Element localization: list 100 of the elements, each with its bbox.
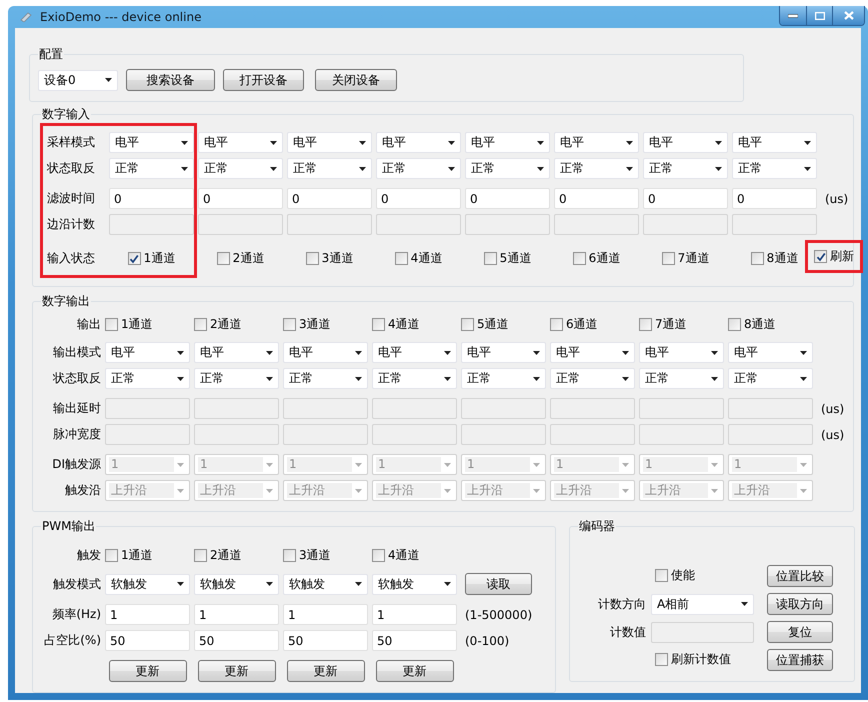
- input-field[interactable]: 1: [105, 604, 190, 625]
- update-button[interactable]: 更新: [286, 660, 364, 682]
- device-dropdown[interactable]: 设备0: [38, 70, 118, 90]
- dropdown[interactable]: 电平: [461, 342, 546, 363]
- dropdown[interactable]: 正常: [639, 368, 724, 389]
- input-field[interactable]: 0: [109, 188, 194, 209]
- dropdown[interactable]: 电平: [728, 342, 813, 363]
- read-button[interactable]: 读取: [465, 573, 532, 595]
- input-field[interactable]: 50: [283, 630, 368, 651]
- direction-dropdown[interactable]: A相前: [651, 594, 754, 614]
- dropdown[interactable]: 正常: [105, 368, 190, 389]
- channel-checkbox[interactable]: 2通道: [194, 547, 242, 564]
- dropdown[interactable]: 软触发: [283, 574, 368, 594]
- input-field[interactable]: 50: [105, 630, 190, 651]
- row-label: 采样模式: [47, 134, 96, 151]
- caret-icon: [270, 166, 277, 170]
- dropdown[interactable]: 电平: [465, 132, 550, 153]
- caret-icon: [622, 488, 629, 492]
- refresh-checkbox[interactable]: 刷新: [805, 240, 863, 273]
- dropdown[interactable]: 正常: [283, 368, 368, 389]
- dropdown[interactable]: 电平: [732, 132, 817, 153]
- dropdown[interactable]: 正常: [465, 158, 550, 179]
- encoder-button[interactable]: 位置比较: [767, 565, 833, 587]
- channel-checkbox[interactable]: 5通道: [484, 250, 532, 267]
- channel-checkbox[interactable]: 7通道: [639, 316, 687, 333]
- input-field[interactable]: 1: [283, 604, 368, 625]
- channel-checkbox[interactable]: 1通道: [128, 250, 176, 267]
- dropdown[interactable]: 电平: [554, 132, 639, 153]
- enable-checkbox[interactable]: 使能: [655, 567, 695, 584]
- channel-checkbox[interactable]: 4通道: [372, 316, 420, 333]
- channel-checkbox[interactable]: 5通道: [461, 316, 509, 333]
- dropdown[interactable]: 软触发: [372, 574, 457, 594]
- dropdown[interactable]: 正常: [732, 158, 817, 179]
- input-field[interactable]: 1: [372, 604, 457, 625]
- dropdown[interactable]: 电平: [194, 342, 279, 363]
- dropdown[interactable]: 正常: [372, 368, 457, 389]
- channel-checkbox[interactable]: 3通道: [306, 250, 354, 267]
- dropdown[interactable]: 电平: [109, 132, 194, 153]
- channel-checkbox[interactable]: 2通道: [194, 316, 242, 333]
- encoder-button[interactable]: 读取方向: [767, 593, 833, 615]
- dropdown[interactable]: 电平: [376, 132, 461, 153]
- dropdown[interactable]: 正常: [109, 158, 194, 179]
- channel-checkbox[interactable]: 3通道: [283, 316, 331, 333]
- input-field[interactable]: 0: [376, 188, 461, 209]
- dropdown[interactable]: 正常: [194, 368, 279, 389]
- update-button[interactable]: 更新: [376, 660, 454, 682]
- channel-checkbox[interactable]: 6通道: [550, 316, 598, 333]
- channel-checkbox[interactable]: 1通道: [105, 547, 153, 564]
- input-field[interactable]: 0: [732, 188, 817, 209]
- channel-checkbox[interactable]: 3通道: [283, 547, 331, 564]
- channel-checkbox[interactable]: 4通道: [394, 250, 442, 267]
- dropdown[interactable]: 电平: [550, 342, 635, 363]
- dropdown[interactable]: 正常: [287, 158, 372, 179]
- minimize-button[interactable]: [780, 6, 806, 25]
- dropdown[interactable]: 电平: [287, 132, 372, 153]
- input-field[interactable]: 0: [287, 188, 372, 209]
- channel-checkbox[interactable]: 8通道: [750, 250, 798, 267]
- dropdown[interactable]: 正常: [376, 158, 461, 179]
- input-field[interactable]: 0: [465, 188, 550, 209]
- dropdown[interactable]: 正常: [554, 158, 639, 179]
- input-field[interactable]: 0: [643, 188, 728, 209]
- dropdown[interactable]: 正常: [198, 158, 283, 179]
- input-field[interactable]: 0: [198, 188, 283, 209]
- device-button[interactable]: 关闭设备: [315, 69, 397, 91]
- dropdown[interactable]: 软触发: [105, 574, 190, 594]
- caret-icon: [177, 462, 184, 466]
- input-field[interactable]: 50: [194, 630, 279, 651]
- window-title: ExioDemo --- device online: [40, 10, 202, 24]
- unit-label: (us): [820, 402, 846, 416]
- dropdown[interactable]: 电平: [198, 132, 283, 153]
- dropdown[interactable]: 正常: [461, 368, 546, 389]
- dropdown[interactable]: 电平: [639, 342, 724, 363]
- close-button[interactable]: [832, 6, 864, 25]
- channel-checkbox[interactable]: 8通道: [728, 316, 776, 333]
- channel-checkbox[interactable]: 6通道: [572, 250, 620, 267]
- dropdown[interactable]: 正常: [550, 368, 635, 389]
- encoder-button[interactable]: 位置捕获: [767, 649, 833, 671]
- dropdown[interactable]: 电平: [105, 342, 190, 363]
- input-field[interactable]: 50: [372, 630, 457, 651]
- device-button[interactable]: 搜索设备: [126, 69, 215, 91]
- channel-checkbox[interactable]: 2通道: [216, 250, 264, 267]
- dropdown[interactable]: 正常: [643, 158, 728, 179]
- input-field[interactable]: 0: [554, 188, 639, 209]
- maximize-button[interactable]: [806, 6, 832, 25]
- device-button[interactable]: 打开设备: [223, 69, 304, 91]
- encoder-button[interactable]: 复位: [767, 621, 833, 643]
- dropdown[interactable]: 正常: [728, 368, 813, 389]
- input-field[interactable]: 1: [194, 604, 279, 625]
- update-button[interactable]: 更新: [108, 660, 186, 682]
- channel-checkbox[interactable]: 1通道: [105, 316, 153, 333]
- dropdown[interactable]: 电平: [643, 132, 728, 153]
- dropdown[interactable]: 电平: [283, 342, 368, 363]
- dropdown[interactable]: 软触发: [194, 574, 279, 594]
- caret-icon: [800, 350, 807, 354]
- row-label: 输出: [76, 316, 101, 333]
- refresh-count-checkbox[interactable]: 刷新计数值: [655, 651, 731, 668]
- channel-checkbox[interactable]: 7通道: [662, 250, 710, 267]
- channel-checkbox[interactable]: 4通道: [372, 547, 420, 564]
- update-button[interactable]: 更新: [198, 660, 276, 682]
- dropdown[interactable]: 电平: [372, 342, 457, 363]
